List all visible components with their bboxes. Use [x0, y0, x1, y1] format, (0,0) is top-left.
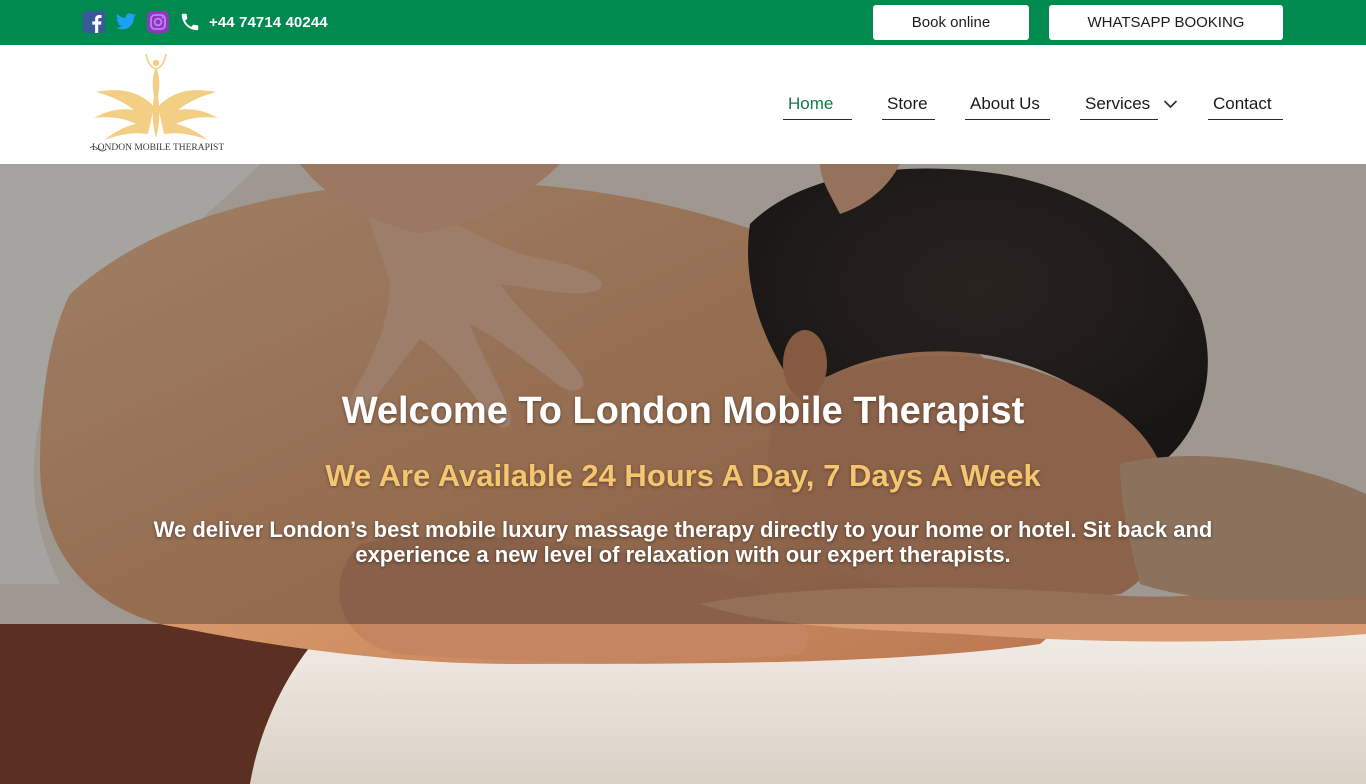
nav-store-label: Store [887, 94, 928, 113]
nav-home-label: Home [788, 94, 834, 113]
facebook-icon[interactable] [83, 11, 105, 33]
twitter-icon[interactable] [115, 11, 137, 33]
hero-description: We deliver London’s best mobile luxury m… [153, 517, 1213, 567]
social-links: +44 74714 40244 [83, 11, 328, 33]
nav-contact[interactable]: Contact [1208, 93, 1283, 120]
chevron-down-icon[interactable] [1163, 98, 1178, 110]
top-bar: +44 74714 40244 Book online WHATSAPP BOO… [0, 0, 1366, 45]
site-logo[interactable]: LONDON MOBILE THERAPIST [86, 52, 226, 156]
nav-services[interactable]: Services [1080, 93, 1158, 120]
hero-title: Welcome To London Mobile Therapist [341, 390, 1025, 432]
hero-subtitle: We Are Available 24 Hours A Day, 7 Days … [325, 458, 1041, 493]
phone-icon [181, 13, 199, 31]
nav-store[interactable]: Store [882, 93, 935, 120]
phone-number[interactable]: +44 74714 40244 [209, 14, 328, 31]
nav-contact-label: Contact [1213, 94, 1272, 113]
site-header: LONDON MOBILE THERAPIST Home Store About… [0, 45, 1366, 164]
whatsapp-booking-button[interactable]: WHATSAPP BOOKING [1049, 5, 1283, 40]
nav-home[interactable]: Home [783, 93, 852, 120]
nav-services-label: Services [1085, 94, 1151, 113]
instagram-icon[interactable] [147, 11, 169, 33]
nav-about-us-label: About Us [970, 94, 1040, 113]
book-online-button[interactable]: Book online [873, 5, 1029, 40]
nav-about-us[interactable]: About Us [965, 93, 1050, 120]
hero-section: Welcome To London Mobile Therapist We Ar… [0, 164, 1366, 784]
logo-text: LONDON MOBILE THERAPIST [92, 143, 224, 153]
